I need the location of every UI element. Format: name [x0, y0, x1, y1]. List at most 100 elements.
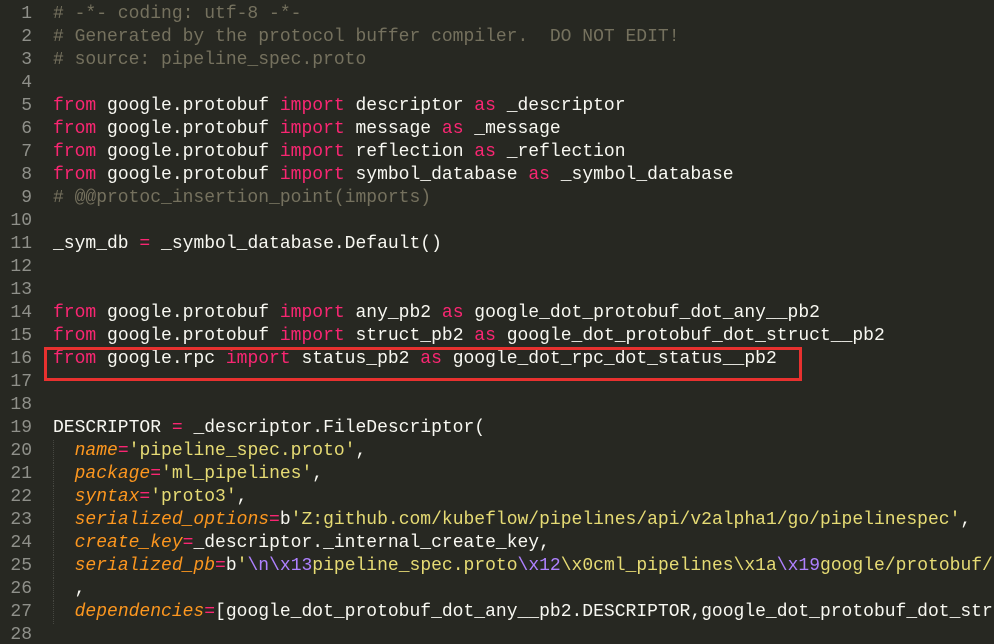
code-line[interactable]: 19 DESCRIPTOR = _descriptor.FileDescripto… — [0, 417, 994, 440]
code-line[interactable]: 12 — [0, 256, 994, 279]
token-string: ' — [236, 556, 248, 576]
code-text: DESCRIPTOR = _descriptor.FileDescriptor( — [53, 417, 485, 440]
token-plain: google.protobuf — [96, 119, 280, 139]
line-number: 15 — [10, 326, 32, 346]
code-text: , — [53, 578, 86, 601]
token-keyword: import — [279, 303, 345, 323]
token-op: = — [215, 556, 226, 576]
code-text: # Generated by the protocol buffer compi… — [53, 26, 680, 49]
token-keyword: as — [474, 142, 496, 162]
code-line[interactable]: 6 from google.protobuf import message as … — [0, 118, 994, 141]
code-line[interactable]: 8 from google.protobuf import symbol_data… — [0, 164, 994, 187]
code-line[interactable]: 20 name='pipeline_spec.proto', — [0, 440, 994, 463]
token-keyword: from — [53, 142, 97, 162]
code-line[interactable]: 1 # -*- coding: utf-8 -*- — [0, 3, 994, 26]
token-keyword: import — [279, 119, 345, 139]
line-number: 14 — [10, 303, 32, 323]
token-plain: DESCRIPTOR — [53, 418, 172, 438]
token-param: create_key — [74, 533, 183, 553]
code-line[interactable]: 16 from google.rpc import status_pb2 as g… — [0, 348, 994, 371]
code-line[interactable]: 3 # source: pipeline_spec.proto — [0, 49, 994, 72]
code-line[interactable]: 21 package='ml_pipelines', — [0, 463, 994, 486]
token-op: = — [139, 234, 151, 254]
line-number: 11 — [10, 234, 32, 254]
token-plain: _symbol_database — [549, 165, 734, 185]
token-param: syntax — [74, 487, 140, 507]
token-string: 'proto3' — [150, 487, 237, 507]
code-line[interactable]: 13 — [0, 279, 994, 302]
token-keyword: as — [474, 96, 496, 116]
token-comment: # Generated by the protocol buffer compi… — [53, 27, 680, 47]
code-text: _sym_db = _symbol_database.Default() — [53, 233, 442, 256]
token-op: = — [269, 510, 280, 530]
token-plain: google_dot_protobuf_dot_any__pb2 — [463, 303, 820, 323]
code-line[interactable]: 5 from google.protobuf import descriptor … — [0, 95, 994, 118]
code-line[interactable]: 26 , — [0, 578, 994, 601]
code-text: # @@protoc_insertion_point(imports) — [53, 187, 431, 210]
line-number: 1 — [21, 4, 32, 24]
code-line[interactable]: 22 syntax='proto3', — [0, 486, 994, 509]
code-text: create_key=_descriptor._internal_create_… — [53, 532, 550, 555]
code-text: from google.protobuf import message as _… — [53, 118, 561, 141]
token-string: google/protobuf/any.proto — [820, 556, 994, 576]
line-number: 5 — [21, 96, 32, 116]
code-line[interactable]: 2 # Generated by the protocol buffer comp… — [0, 26, 994, 49]
code-text: # -*- coding: utf-8 -*- — [53, 3, 301, 26]
line-number: 16 — [10, 349, 32, 369]
token-keyword: from — [53, 326, 97, 346]
code-line[interactable]: 27 dependencies=[google_dot_protobuf_dot… — [0, 601, 994, 624]
token-keyword: import — [279, 165, 345, 185]
token-plain: symbol_database — [344, 165, 529, 185]
code-text: package='ml_pipelines', — [53, 463, 323, 486]
token-param: dependencies — [74, 602, 205, 622]
line-number: 22 — [10, 487, 32, 507]
code-line[interactable]: 17 — [0, 371, 994, 394]
code-line[interactable]: 14 from google.protobuf import any_pb2 as… — [0, 302, 994, 325]
code-line[interactable]: 25 serialized_pb=b'\n\x13pipeline_spec.p… — [0, 555, 994, 578]
token-keyword: from — [53, 96, 97, 116]
code-line[interactable]: 18 — [0, 394, 994, 417]
line-number: 3 — [21, 50, 32, 70]
code-line[interactable]: 4 — [0, 72, 994, 95]
code-line[interactable]: 23 serialized_options=b'Z:github.com/kub… — [0, 509, 994, 532]
code-line[interactable]: 11 _sym_db = _symbol_database.Default() — [0, 233, 994, 256]
code-line[interactable]: 9 # @@protoc_insertion_point(imports) — [0, 187, 994, 210]
token-keyword: as — [420, 349, 442, 369]
token-keyword: from — [53, 165, 97, 185]
token-plain: , — [960, 510, 972, 530]
token-string: 'Z:github.com/kubeflow/pipelines/api/v2a… — [290, 510, 961, 530]
token-string: 'pipeline_spec.proto' — [128, 441, 356, 461]
token-keyword: as — [441, 119, 464, 139]
token-plain: , — [236, 487, 248, 507]
token-plain: google.rpc — [96, 349, 226, 369]
code-line[interactable]: 10 — [0, 210, 994, 233]
token-escape: \x12 — [517, 556, 561, 576]
token-plain: message — [344, 119, 442, 139]
token-plain: , — [312, 464, 324, 484]
token-string: \x0cml_pipelines\x1a — [560, 556, 777, 576]
line-number: 2 — [21, 27, 32, 47]
token-plain: b — [225, 556, 237, 576]
token-comment: # @@protoc_insertion_point(imports) — [53, 188, 432, 208]
token-keyword: import — [225, 349, 291, 369]
code-line[interactable]: 7 from google.protobuf import reflection … — [0, 141, 994, 164]
code-line[interactable]: 28 — [0, 624, 994, 644]
token-op: = — [171, 418, 183, 438]
token-plain: [google_dot_protobuf_dot_any__pb2.DESCRI… — [215, 602, 994, 622]
line-number: 6 — [21, 119, 32, 139]
code-text: syntax='proto3', — [53, 486, 248, 509]
line-number: 18 — [10, 395, 32, 415]
token-op: = — [139, 487, 151, 507]
code-line[interactable]: 15 from google.protobuf import struct_pb2… — [0, 325, 994, 348]
token-plain: , — [355, 441, 367, 461]
token-string: pipeline_spec.proto — [312, 556, 518, 576]
code-editor[interactable]: 1 # -*- coding: utf-8 -*- 2 # Generated by … — [0, 0, 994, 644]
line-number: 10 — [10, 211, 32, 231]
line-number: 25 — [10, 556, 32, 576]
token-plain: b — [279, 510, 291, 530]
token-keyword: from — [53, 303, 97, 323]
token-keyword: import — [279, 142, 345, 162]
code-line[interactable]: 24 create_key=_descriptor._internal_crea… — [0, 532, 994, 555]
